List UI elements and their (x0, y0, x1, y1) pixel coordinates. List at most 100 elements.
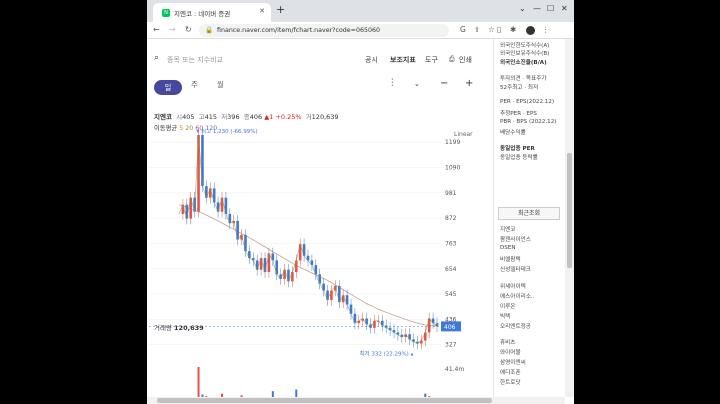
recent-item[interactable]: 에디조폰 (500, 368, 521, 376)
price-chart[interactable]: 11991090981872763654545436327406▾ 최고 1,2… (147, 129, 491, 404)
recent-views-header[interactable]: 최근조회 (498, 207, 560, 220)
candle-body (201, 135, 204, 187)
candle-body (216, 202, 220, 212)
stock-name: 지엔코 (154, 113, 172, 121)
lock-icon: 🔒 (205, 26, 214, 34)
candle-body (248, 251, 251, 259)
candle-body (427, 318, 431, 333)
candle-body (259, 258, 263, 270)
chart-panel: ⌕ 종목 또는 지수비교 공시 보조지표 도구 ⎙ 인쇄 일 주 월 ⫶ ⌄ −… (147, 39, 491, 401)
search-icon[interactable]: ⌕ (154, 53, 159, 63)
y-tick-label: 872 (445, 215, 457, 222)
naver-favicon-icon: N (162, 9, 170, 17)
chart-toolbar: ⌕ 종목 또는 지수비교 공시 보조지표 도구 ⎙ 인쇄 (147, 49, 491, 69)
maximize-icon[interactable]: ☐ (547, 5, 554, 13)
sidebar-item: PBR · BPS (2022.12) (500, 119, 557, 125)
recent-item[interactable]: 신성델타테크 (500, 265, 531, 273)
candle-body (291, 272, 294, 282)
ma20-series-line (178, 134, 438, 344)
address-bar[interactable]: 🔒 finance.naver.com/item/fchart.naver?co… (199, 24, 449, 37)
low-annotation: 최저 332 (22.29%) ▴ (359, 350, 413, 358)
low-price: 396 (227, 113, 240, 121)
candle-body (224, 197, 228, 214)
sidebar-item: 외국인한도주식수(A) (500, 43, 550, 49)
y-tick-label: 654 (445, 266, 457, 273)
open-price: 405 (182, 113, 195, 121)
chevron-down-icon[interactable]: ⌄ (414, 79, 420, 89)
candle-body (345, 295, 349, 305)
current-price-label: 406 (444, 324, 456, 331)
candle-body (373, 320, 376, 328)
period-monthly[interactable]: 월 (217, 79, 224, 90)
candle-body (330, 290, 333, 300)
zoom-out-icon[interactable]: − (440, 79, 448, 89)
y-tick-label: 981 (445, 190, 457, 197)
volume-axis-label: 41.4m (445, 366, 464, 373)
indicators-link[interactable]: 보조지표 (390, 55, 416, 65)
stock-search-input[interactable]: 종목 또는 지수비교 (167, 55, 223, 65)
period-weekly[interactable]: 주 (191, 79, 198, 90)
recent-item[interactable]: 삼영이엔씨 (500, 358, 526, 366)
recent-item[interactable]: 휴비츠 (500, 338, 515, 346)
tab-strip: N 지엔코 : 네이버 증권 ✕ + ⌄ — ☐ ✕ (147, 0, 574, 22)
minimize-icon[interactable]: — (533, 5, 541, 13)
close-tab-icon[interactable]: ✕ (259, 7, 265, 15)
recent-item[interactable]: 팜젠사이언스 (500, 235, 531, 243)
sidebar-item: 외국인보유주식수(B) (500, 51, 550, 57)
candle-body (263, 258, 267, 273)
y-tick-label: 545 (445, 291, 457, 298)
address-toolbar: ← → ↻ 🔒 finance.naver.com/item/fchart.na… (147, 22, 574, 39)
sidebar-item: 외국인소진율(B/A) (500, 60, 547, 66)
y-tick-label: 763 (445, 240, 457, 247)
sidebar-item: 투자의견 · 목표주가 (500, 76, 547, 82)
recent-item[interactable]: 에스아이리소.. (500, 292, 534, 300)
recent-item[interactable]: 지엔코 (500, 225, 515, 233)
candle-body (244, 234, 247, 252)
recent-item[interactable]: 한트로닷 (500, 378, 521, 386)
share-icon[interactable]: ⇪ (474, 25, 480, 35)
tab-title: 지엔코 : 네이버 증권 (174, 10, 231, 18)
volume-bar (197, 367, 200, 401)
page-content: ⌕ 종목 또는 지수비교 공시 보조지표 도구 ⎙ 인쇄 일 주 월 ⫶ ⌄ −… (147, 39, 574, 404)
google-icon[interactable]: G (460, 25, 466, 35)
recent-item[interactable]: DSEN (500, 245, 516, 251)
recent-item[interactable]: 빅텍 (500, 312, 510, 320)
print-link[interactable]: 인쇄 (459, 55, 472, 65)
recent-item[interactable]: 위세아이텍 (500, 282, 526, 290)
menu-dots-icon[interactable]: ⋮ (542, 25, 550, 35)
tools-link[interactable]: 도구 (425, 55, 438, 65)
new-tab-icon[interactable]: + (276, 4, 285, 15)
recent-item[interactable]: 와이어블 (500, 348, 521, 356)
candle-body (208, 188, 212, 198)
candle-type-icon[interactable]: ⫶ (391, 79, 394, 89)
period-daily[interactable]: 일 (154, 80, 182, 95)
chevron-down-icon[interactable]: ⌄ (519, 5, 526, 13)
print-icon[interactable]: ⎙ (449, 55, 455, 64)
forward-icon[interactable]: → (169, 25, 176, 35)
vertical-scroll-thumb[interactable] (567, 153, 572, 268)
high-price: 415 (204, 113, 218, 121)
sidebar-item: 추정PER · EPS (500, 111, 537, 117)
recent-item[interactable]: 비엘팜텍 (500, 255, 521, 263)
candle-body (349, 304, 353, 314)
candle-body (267, 253, 271, 273)
browser-tab[interactable]: N 지엔코 : 네이버 증권 ✕ (153, 3, 271, 22)
bookmark-star-icon[interactable]: ☆ (488, 25, 495, 35)
back-icon[interactable]: ← (153, 25, 160, 35)
candle-body (255, 260, 259, 270)
candle-body (337, 285, 341, 303)
extensions-icon[interactable]: ✱ (510, 25, 516, 35)
y-tick-label: 327 (445, 342, 457, 349)
recent-item[interactable]: 이루온 (500, 302, 515, 310)
candle-body (341, 295, 345, 303)
close-window-icon[interactable]: ✕ (561, 5, 568, 13)
price-info: 지엔코 시405 고415 저396 종406 ▲1 +0.25% 거120,6… (154, 113, 339, 121)
sidepanel-icon[interactable]: ▯ (497, 25, 501, 35)
recent-item[interactable]: 오리엔트정공 (500, 322, 531, 330)
profile-avatar[interactable] (526, 26, 535, 35)
disclosure-link[interactable]: 공시 (365, 55, 378, 65)
reload-icon[interactable]: ↻ (185, 25, 192, 35)
horizontal-scroll-thumb[interactable] (157, 398, 492, 403)
zoom-in-icon[interactable]: + (465, 79, 473, 89)
stock-sidebar: 외국인한도주식수(A) 외국인보유주식수(B) 외국인소진율(B/A) 투자의견… (493, 39, 565, 399)
